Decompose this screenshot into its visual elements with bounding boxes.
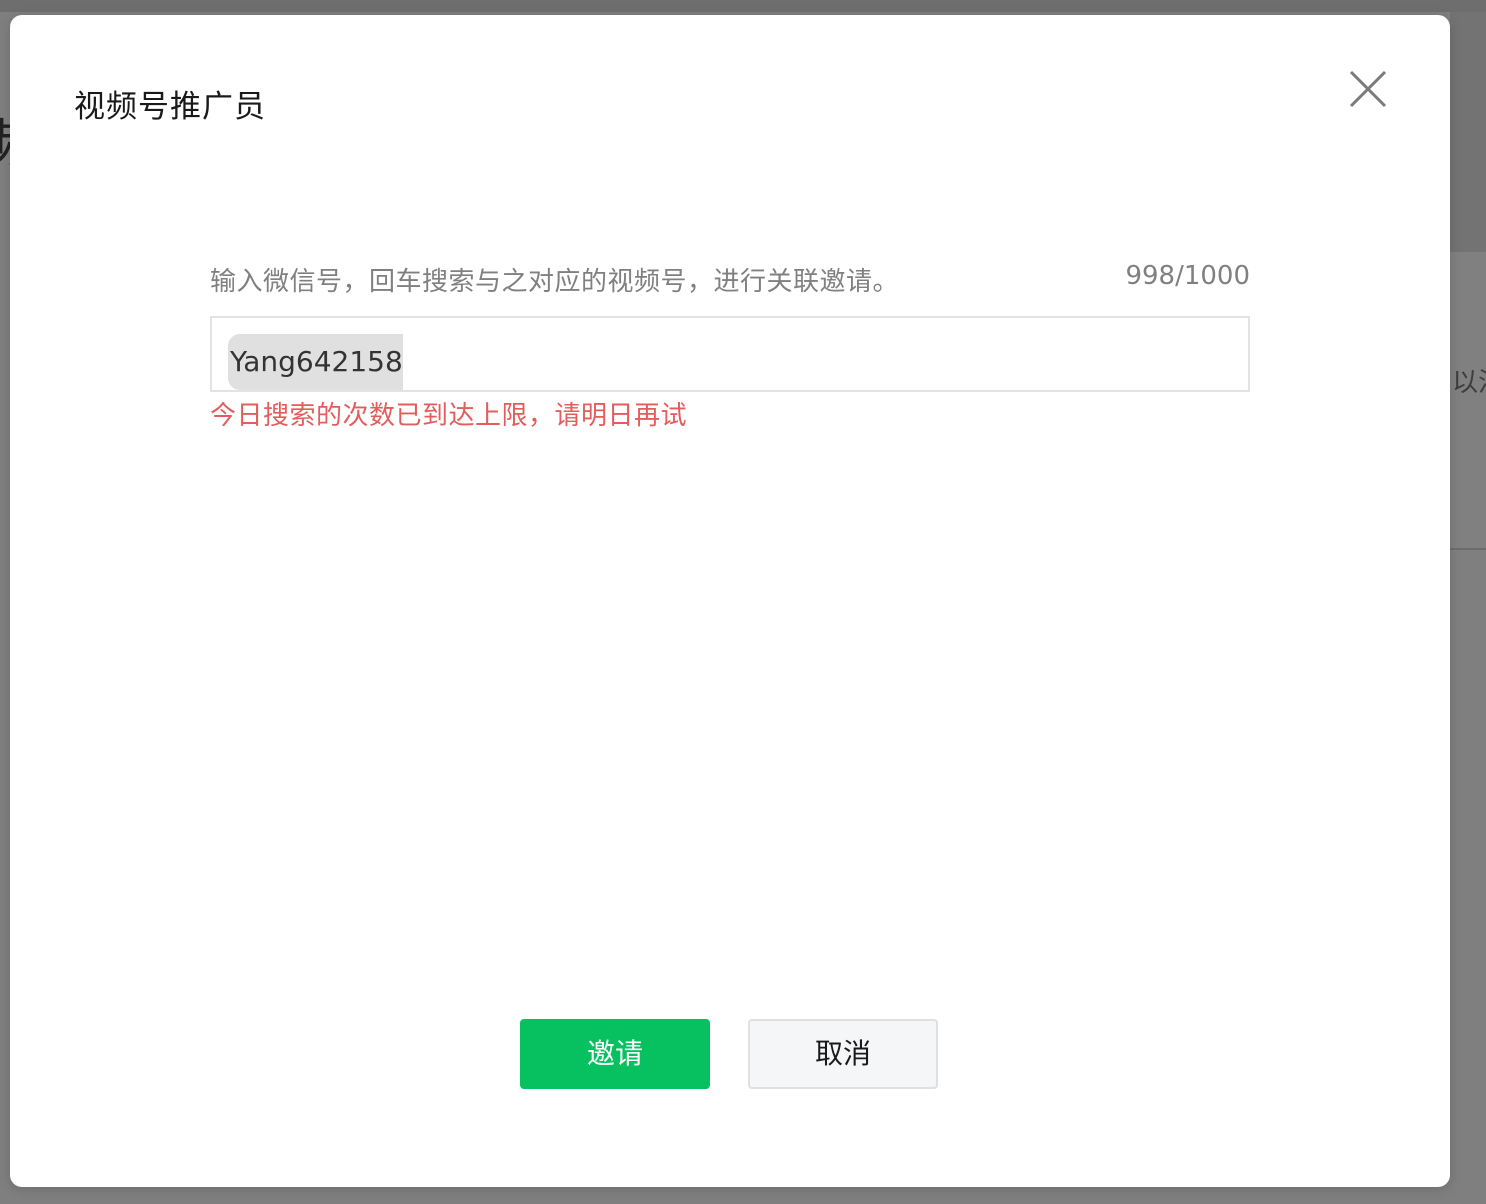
error-message: 今日搜索的次数已到达上限，请明日再试 [210, 401, 688, 431]
invite-dialog: 视频号推广员 输入微信号，回车搜索与之对应的视频号，进行关联邀请。 998/10… [10, 15, 1450, 1187]
close-icon [1349, 70, 1387, 108]
background-panel-lower [1450, 252, 1486, 550]
search-count: 998/1000 [1125, 261, 1250, 291]
background-text: 以注 [1452, 368, 1486, 398]
close-button[interactable] [1344, 65, 1392, 113]
cancel-button[interactable]: 取消 [748, 1019, 938, 1089]
wechat-id-input[interactable]: Yang642158 [210, 316, 1250, 392]
background-heading-fragment: 频 [0, 102, 10, 177]
input-value[interactable]: Yang642158 [228, 334, 403, 390]
background-top-bar [0, 0, 1486, 12]
input-hint: 输入微信号，回车搜索与之对应的视频号，进行关联邀请。 [210, 267, 900, 297]
invite-button[interactable]: 邀请 [520, 1019, 710, 1089]
background-panel [1450, 12, 1486, 252]
dialog-title: 视频号推广员 [74, 89, 266, 125]
